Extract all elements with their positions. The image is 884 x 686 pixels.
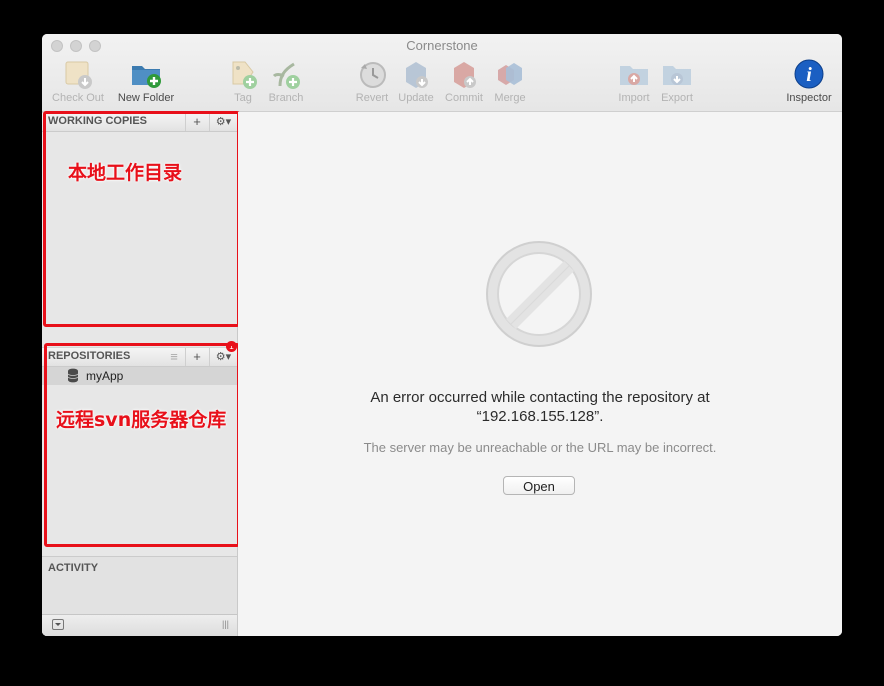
no-access-icon bbox=[483, 238, 595, 355]
toolbar: Cornerstone Check Out New Folder Tag Bra… bbox=[42, 34, 842, 112]
export-button[interactable]: Export bbox=[656, 58, 698, 104]
activity-panel: ACTIVITY bbox=[42, 556, 237, 614]
tag-button[interactable]: Tag bbox=[225, 58, 261, 104]
info-icon: i bbox=[793, 58, 825, 90]
merge-button[interactable]: Merge bbox=[488, 58, 532, 104]
repositories-annotation: 远程svn服务器仓库 bbox=[56, 409, 227, 431]
import-button[interactable]: Import bbox=[614, 58, 654, 104]
import-icon bbox=[618, 58, 650, 90]
open-button[interactable]: Open bbox=[503, 476, 575, 495]
error-detail: The server may be unreachable or the URL… bbox=[363, 440, 717, 455]
new-folder-button[interactable]: New Folder bbox=[114, 58, 178, 104]
resize-handle[interactable]: ||| bbox=[222, 619, 229, 629]
revert-icon bbox=[356, 58, 388, 90]
window-title: Cornerstone bbox=[406, 38, 478, 53]
branch-button[interactable]: Branch bbox=[264, 58, 308, 104]
error-message: An error occurred while contacting the r… bbox=[370, 389, 710, 425]
app-window: Cornerstone Check Out New Folder Tag Bra… bbox=[42, 34, 842, 636]
new-folder-icon bbox=[130, 58, 162, 90]
main-content: An error occurred while contacting the r… bbox=[238, 112, 842, 636]
export-icon bbox=[661, 58, 693, 90]
check-out-icon bbox=[62, 58, 94, 90]
tag-icon bbox=[227, 58, 259, 90]
working-copies-annotation: 本地工作目录 bbox=[68, 162, 183, 184]
revert-button[interactable]: Revert bbox=[350, 58, 394, 104]
repositories-highlight-box bbox=[44, 343, 240, 547]
update-button[interactable]: Update bbox=[394, 58, 438, 104]
branch-icon bbox=[270, 58, 302, 90]
commit-icon bbox=[448, 58, 480, 90]
commit-button[interactable]: Commit bbox=[442, 58, 486, 104]
check-out-button[interactable]: Check Out bbox=[48, 58, 108, 104]
sidebar-bottom-bar: ||| bbox=[42, 614, 237, 636]
inspector-button[interactable]: i Inspector bbox=[782, 58, 836, 104]
collapse-toggle-icon[interactable] bbox=[52, 619, 64, 630]
svg-text:i: i bbox=[806, 64, 812, 86]
merge-icon bbox=[494, 58, 526, 90]
update-icon bbox=[400, 58, 432, 90]
working-copies-highlight-box bbox=[43, 111, 240, 327]
activity-title: ACTIVITY bbox=[48, 562, 99, 574]
